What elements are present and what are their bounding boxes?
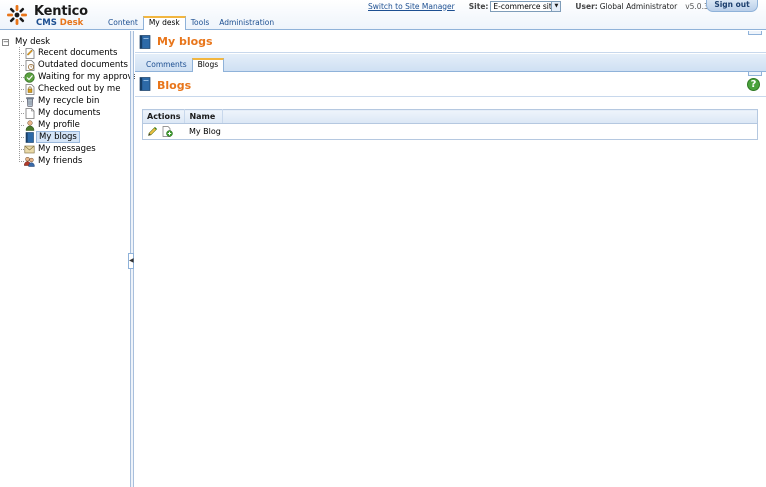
- tree-item-my-blogs[interactable]: My blogs: [19, 131, 80, 143]
- table-row: My Blog: [143, 124, 758, 140]
- kentico-logo-mark-icon: [7, 5, 27, 25]
- messages-icon: [24, 144, 35, 155]
- column-header-filler: [222, 109, 758, 124]
- page-title: My blogs: [157, 35, 213, 48]
- tree-item-label: Waiting for my approval: [38, 72, 141, 82]
- tree-item-outdated-documents[interactable]: Outdated documents: [19, 59, 130, 71]
- logo-subtitle: CMS Desk: [36, 18, 83, 28]
- logo-name: Kentico: [34, 4, 88, 19]
- logo-desk: Desk: [59, 18, 84, 28]
- user-name: Global Administrator: [599, 1, 678, 11]
- chevron-down-icon[interactable]: ▼: [551, 1, 561, 11]
- tree-item-checked-out-by-me[interactable]: Checked out by me: [19, 83, 122, 95]
- edit-icon[interactable]: [147, 126, 158, 137]
- tree-item-label: Recent documents: [38, 48, 118, 58]
- column-header-actions: Actions: [142, 109, 186, 124]
- tree-item-my-recycle-bin[interactable]: My recycle bin: [19, 95, 101, 107]
- kentico-logo[interactable]: Kentico CMS Desk: [6, 3, 88, 28]
- recycle-bin-icon: [24, 96, 35, 107]
- tree-item-label: My recycle bin: [38, 96, 100, 106]
- section-title: Blogs: [157, 79, 192, 92]
- top-info-bar: Switch to Site Manager Site: E-commerce …: [368, 0, 723, 12]
- tab-administration[interactable]: Administration: [214, 16, 279, 30]
- my-desk-tree-panel: − My desk Recent documents Outdated docu…: [0, 31, 140, 487]
- friends-icon: [24, 156, 35, 167]
- switch-to-site-manager-link[interactable]: Switch to Site Manager: [368, 2, 455, 11]
- blogs-grid: Actions Name My Blog: [142, 109, 758, 140]
- section-header: Blogs ?: [135, 73, 766, 97]
- new-post-icon[interactable]: [162, 126, 173, 137]
- site-select-value: E-commerce site: [493, 1, 557, 11]
- tree-item-recent-documents[interactable]: Recent documents: [19, 47, 119, 59]
- tree-item-my-documents[interactable]: My documents: [19, 107, 102, 119]
- blog-icon: [24, 131, 35, 143]
- tab-tools[interactable]: Tools: [186, 16, 214, 30]
- blog-icon: [139, 35, 151, 49]
- logo-cms: CMS: [36, 18, 57, 28]
- tab-my-desk[interactable]: My desk: [142, 16, 186, 30]
- tree-item-label: Checked out by me: [38, 84, 121, 94]
- tree-item-label: My blogs: [36, 131, 80, 143]
- tree-item-waiting-for-approval[interactable]: Waiting for my approval: [19, 71, 142, 83]
- tree-item-label: Outdated documents: [38, 60, 128, 70]
- tree-item-label: My friends: [38, 156, 83, 166]
- checked-out-icon: [24, 83, 35, 95]
- tree-item-my-messages[interactable]: My messages: [19, 143, 98, 155]
- tree-root-label[interactable]: My desk: [15, 37, 50, 47]
- blog-icon: [139, 77, 151, 91]
- tree-item-label: My profile: [38, 120, 80, 130]
- page-title-bar: My blogs: [135, 31, 766, 53]
- user-label: User:: [575, 1, 598, 11]
- blog-name-cell[interactable]: My Blog: [185, 124, 758, 140]
- site-label: Site:: [468, 1, 489, 11]
- actions-cell: [143, 124, 185, 140]
- collapse-left-arrow-icon[interactable]: ◀: [128, 253, 134, 269]
- collapse-toggle-icon[interactable]: −: [2, 38, 9, 46]
- approval-icon: [24, 71, 35, 83]
- tree-item-label: My messages: [38, 144, 96, 154]
- main-content: My blogs Comments Blogs Blogs ? Actions …: [135, 31, 766, 487]
- tree-item-my-profile[interactable]: My profile: [19, 119, 82, 131]
- my-documents-icon: [24, 107, 35, 119]
- app-header: Kentico CMS Desk Content My desk Tools A…: [0, 0, 766, 30]
- profile-icon: [24, 119, 35, 131]
- tree-item-label: My documents: [38, 108, 101, 118]
- collapse-header-icon[interactable]: [748, 31, 762, 35]
- tab-blogs[interactable]: Blogs: [191, 58, 225, 72]
- site-select[interactable]: E-commerce site ▼: [490, 0, 562, 12]
- sub-tabs: Comments Blogs: [141, 58, 225, 72]
- outdated-documents-icon: [24, 59, 35, 71]
- column-header-name[interactable]: Name: [184, 109, 224, 124]
- grid-header-row: Actions Name: [142, 109, 758, 124]
- help-icon[interactable]: ?: [747, 78, 760, 91]
- main-tabs: Content My desk Tools Administration: [103, 16, 279, 30]
- sign-out-button[interactable]: Sign out: [706, 0, 758, 12]
- tab-comments[interactable]: Comments: [141, 58, 192, 72]
- sub-tabs-bar: Comments Blogs: [135, 54, 766, 72]
- tab-content[interactable]: Content: [103, 16, 143, 30]
- tree-item-my-friends[interactable]: My friends: [19, 155, 84, 167]
- recent-documents-icon: [24, 47, 35, 59]
